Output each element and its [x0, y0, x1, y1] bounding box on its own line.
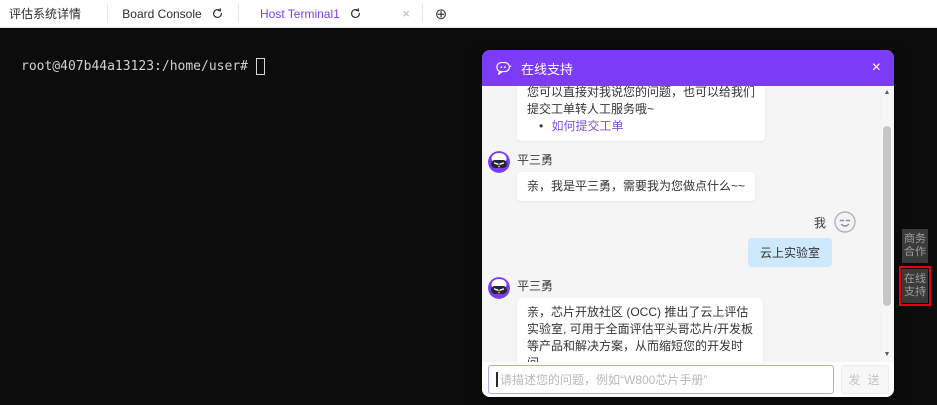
user-avatar	[834, 211, 856, 233]
bot-avatar	[488, 151, 510, 173]
side-tab-online-support[interactable]: 在线 支持	[902, 269, 928, 303]
side-tab-label-line: 合作	[904, 246, 926, 258]
bot-message: 平三勇 亲，芯片开放社区 (OCC) 推出了云上评估 实验室, 可用于全面评估平…	[488, 277, 880, 362]
send-button[interactable]: 发 送	[841, 365, 889, 394]
message-line: 等产品和解决方案，从而缩短您的开发时	[527, 339, 744, 353]
tab-label: 评估系统详情	[9, 7, 82, 21]
refresh-icon[interactable]	[211, 7, 224, 20]
tab-bar: 评估系统详情 Board Console Host Terminal1 × ⊕	[0, 0, 937, 28]
tab-host-terminal1[interactable]: Host Terminal1 ×	[239, 0, 422, 27]
bullet: •	[539, 119, 544, 133]
tab-board-console[interactable]: Board Console	[108, 0, 238, 27]
chat-title: 在线支持	[521, 61, 574, 77]
chat-bubble-icon	[496, 62, 512, 75]
scrollbar-thumb[interactable]	[883, 126, 891, 306]
chat-scrollbar[interactable]: ▲ ▼	[882, 86, 892, 362]
message-link-row: • 如何提交工单	[527, 118, 755, 135]
text-caret	[496, 372, 498, 387]
terminal-prompt: root@407b44a13123:/home/user#	[21, 59, 248, 74]
terminal-cursor	[255, 58, 265, 75]
scroll-up-icon[interactable]: ▲	[882, 88, 892, 98]
bot-avatar	[488, 277, 510, 299]
side-tab-label-line: 在线	[904, 273, 926, 285]
tab-label: Host Terminal1	[260, 6, 340, 21]
side-tabs: 商务 合作 在线 支持	[899, 229, 931, 306]
message-line: 亲，芯片开放社区 (OCC) 推出了云上评估	[527, 305, 749, 319]
add-tab-button[interactable]: ⊕	[423, 0, 459, 27]
bot-name: 平三勇	[517, 153, 554, 167]
chat-header: 在线支持 ×	[482, 50, 894, 86]
bot-message-bubble: 亲，芯片开放社区 (OCC) 推出了云上评估 实验室, 可用于全面评估平头哥芯片…	[517, 298, 764, 362]
chat-close-icon[interactable]: ×	[872, 60, 881, 76]
message-line: 实验室, 可用于全面评估平头哥芯片/开发板	[527, 322, 754, 336]
highlight-annotation-box: 在线 支持	[899, 266, 931, 306]
tab-label: Board Console	[122, 6, 202, 21]
user-message-bubble: 云上实验室	[747, 238, 832, 267]
side-tab-label-line: 支持	[904, 286, 926, 298]
user-message: 我 云上实验室	[488, 211, 880, 267]
submit-ticket-link[interactable]: 如何提交工单	[552, 119, 624, 133]
chat-message-input[interactable]	[488, 365, 834, 394]
bot-message: 平三勇 亲，我是平三勇，需要我为您做点什么~~	[488, 151, 880, 201]
screen: 评估系统详情 Board Console Host Terminal1 × ⊕ …	[0, 0, 937, 405]
scroll-down-icon[interactable]: ▼	[882, 350, 892, 360]
chat-panel: 在线支持 × 您可以直接对我说您的问题，也可以给我们 提交工单转人工服务哦~ •…	[482, 50, 894, 397]
bot-message-bubble: 您可以直接对我说您的问题，也可以给我们 提交工单转人工服务哦~ • 如何提交工单	[517, 86, 766, 141]
chat-messages: 您可以直接对我说您的问题，也可以给我们 提交工单转人工服务哦~ • 如何提交工单	[482, 86, 894, 362]
side-tab-label-line: 商务	[904, 233, 926, 245]
bot-name: 平三勇	[517, 279, 554, 293]
refresh-icon[interactable]	[349, 7, 362, 20]
message-line: 提交工单转人工服务哦~	[527, 102, 655, 116]
user-name: 我	[813, 215, 826, 230]
message-line: 间。	[527, 355, 753, 362]
tab-eval-system-details[interactable]: 评估系统详情	[0, 0, 107, 27]
message-line: 您可以直接对我说您的问题，也可以给我们	[527, 86, 756, 99]
chat-input-bar: 发 送	[482, 362, 894, 397]
close-tab-icon[interactable]: ×	[402, 6, 410, 21]
side-tab-business-cooperation[interactable]: 商务 合作	[902, 229, 928, 263]
bot-message-bubble: 亲，我是平三勇，需要我为您做点什么~~	[517, 172, 756, 201]
